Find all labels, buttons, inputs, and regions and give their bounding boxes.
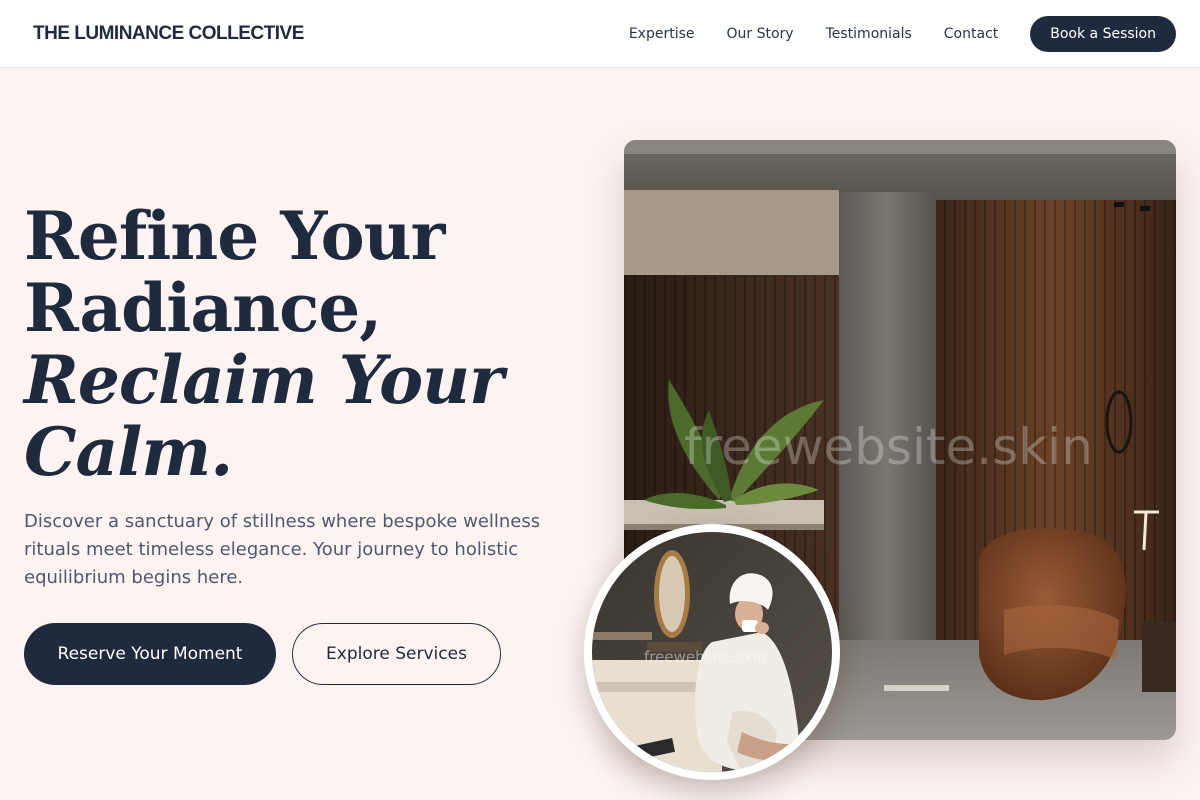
hero-title-line-2: Radiance, bbox=[24, 269, 382, 347]
guest-portrait-image bbox=[584, 524, 840, 780]
explore-services-button[interactable]: Explore Services bbox=[292, 623, 501, 685]
main-nav: Expertise Our Story Testimonials Contact… bbox=[629, 15, 1176, 52]
site-header: THE LUMINANCE COLLECTIVE Expertise Our S… bbox=[0, 0, 1200, 68]
hero-title: Refine Your Radiance, Reclaim Your Calm. bbox=[24, 200, 584, 488]
hero-title-line-4: Calm. bbox=[24, 413, 233, 491]
brand-logo[interactable]: THE LUMINANCE COLLECTIVE bbox=[33, 23, 304, 45]
hero-title-line-1: Refine Your bbox=[24, 197, 445, 275]
nav-link-our-story[interactable]: Our Story bbox=[727, 26, 794, 42]
hero-title-line-3: Reclaim Your bbox=[24, 341, 504, 419]
reserve-moment-button[interactable]: Reserve Your Moment bbox=[24, 623, 276, 685]
nav-link-contact[interactable]: Contact bbox=[944, 26, 998, 42]
nav-link-expertise[interactable]: Expertise bbox=[629, 26, 695, 42]
hero-description: Discover a sanctuary of stillness where … bbox=[24, 511, 541, 588]
nav-link-testimonials[interactable]: Testimonials bbox=[826, 26, 912, 42]
book-session-button[interactable]: Book a Session bbox=[1030, 15, 1176, 52]
